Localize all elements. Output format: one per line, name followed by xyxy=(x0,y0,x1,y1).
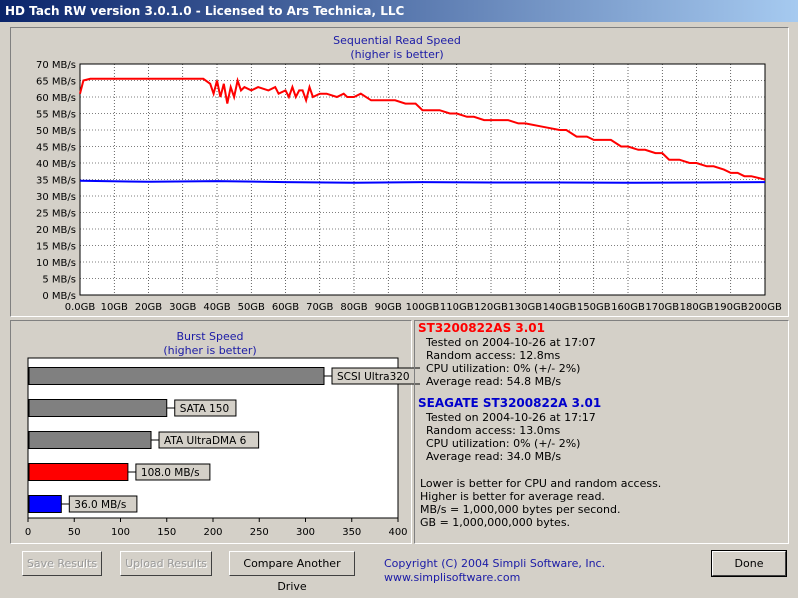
x-tick-label: 200GB xyxy=(748,302,782,313)
x-tick-label: 0 xyxy=(25,527,31,538)
drive-result-1: ST3200822AS 3.01 Tested on 2004-10-26 at… xyxy=(418,321,788,388)
bar-label: ATA UltraDMA 6 xyxy=(164,435,247,447)
result-line: CPU utilization: 0% (+/- 2%) xyxy=(426,437,581,450)
x-tick-label: 160GB xyxy=(611,302,645,313)
drive-result-2: SEAGATE ST3200822A 3.01 Tested on 2004-1… xyxy=(418,396,788,463)
burst-bar xyxy=(28,431,152,449)
burst-bar xyxy=(28,399,168,417)
x-tick-label: 170GB xyxy=(645,302,679,313)
x-tick-label: 200 xyxy=(203,527,222,538)
burst-bar xyxy=(28,495,62,513)
x-tick-label: 140GB xyxy=(543,302,577,313)
x-tick-label: 350 xyxy=(342,527,361,538)
note-line: MB/s = 1,000,000 bytes per second. xyxy=(420,503,621,516)
done-button[interactable]: Done xyxy=(711,550,787,577)
bar-label: SCSI Ultra320 xyxy=(337,371,410,383)
x-tick-label: 400 xyxy=(388,527,407,538)
save-results-button[interactable]: Save Results xyxy=(22,551,102,576)
burst-bar xyxy=(28,367,325,385)
bar-label: SATA 150 xyxy=(180,403,229,415)
x-tick-label: 120GB xyxy=(474,302,508,313)
note-line: Lower is better for CPU and random acces… xyxy=(420,477,662,490)
result-line: Average read: 54.8 MB/s xyxy=(426,375,562,388)
bar-label: 36.0 MB/s xyxy=(74,499,126,511)
result-line: Tested on 2004-10-26 at 17:17 xyxy=(426,411,596,424)
x-tick-label: 50 xyxy=(68,527,81,538)
x-tick-label: 300 xyxy=(296,527,315,538)
result-line: CPU utilization: 0% (+/- 2%) xyxy=(426,362,581,375)
result-line: Tested on 2004-10-26 at 17:07 xyxy=(426,336,596,349)
burst-chart: 0 50 100 150 200 250 300 350 400 SCSI Ultra320 SAT… xyxy=(25,357,420,538)
result-line: Average read: 34.0 MB/s xyxy=(426,450,562,463)
notes: Lower is better for CPU and random acces… xyxy=(418,477,788,529)
note-line: GB = 1,000,000,000 bytes. xyxy=(420,516,571,529)
x-tick-label: 250 xyxy=(250,527,269,538)
note-line: Higher is better for average read. xyxy=(420,490,605,503)
drive-name: SEAGATE ST3200822A 3.01 xyxy=(418,396,602,410)
burst-bar xyxy=(28,463,129,481)
x-tick-label: 190GB xyxy=(714,302,748,313)
x-tick-label: 150GB xyxy=(577,302,611,313)
x-tick-label: 150 xyxy=(157,527,176,538)
compare-another-drive-button[interactable]: Compare Another Drive xyxy=(229,551,355,593)
result-line: Random access: 13.0ms xyxy=(426,424,561,437)
x-tick-label: 130GB xyxy=(508,302,542,313)
drive-name: ST3200822AS 3.01 xyxy=(418,321,545,335)
upload-results-button[interactable]: Upload Results xyxy=(120,551,212,576)
result-line: Random access: 12.8ms xyxy=(426,349,561,362)
x-tick-label: 180GB xyxy=(680,302,714,313)
x-tick-label: 110GB xyxy=(440,302,474,313)
x-tick-label: 100 xyxy=(111,527,130,538)
bar-label: 108.0 MB/s xyxy=(141,467,200,479)
results-info: ST3200822AS 3.01 Tested on 2004-10-26 at… xyxy=(418,321,788,529)
